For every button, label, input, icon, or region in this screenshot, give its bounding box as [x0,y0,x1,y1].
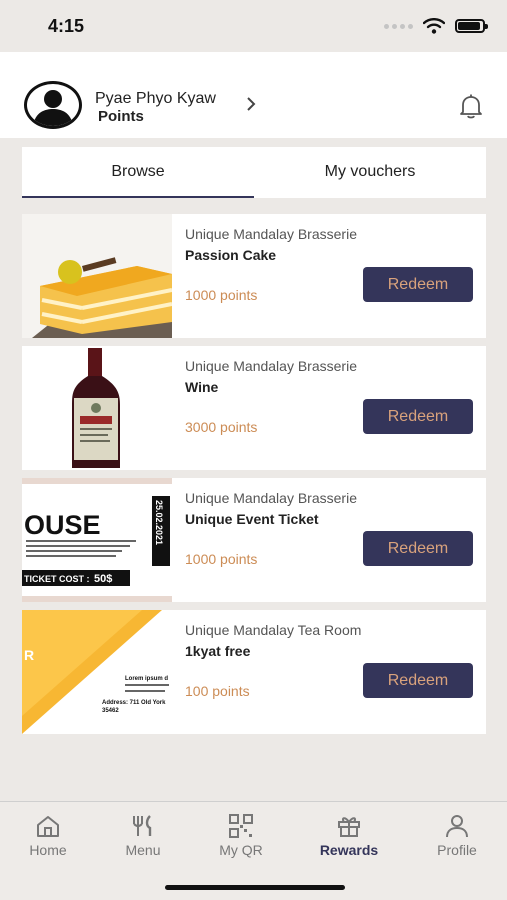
tab-menu-label: Menu [125,842,161,858]
reward-points: 100 points [185,683,250,699]
user-name[interactable]: Pyae Phyo Kyaw [95,90,216,108]
tab-rewards-label: Rewards [319,842,379,858]
home-indicator [165,885,345,890]
points-label[interactable]: Points [98,108,144,125]
signal-icon [384,23,413,29]
flyer-line2: Address: 711 Old York [102,700,166,706]
qr-icon [229,814,253,838]
reward-tabs: Browse My vouchers [22,147,486,198]
header: Pyae Phyo Kyaw Points [0,52,507,138]
home-icon [37,816,59,837]
reward-points: 3000 points [185,419,258,435]
reward-title: Wine [185,379,219,395]
ticket-date: 25.02.2021 [154,500,164,545]
reward-title: Passion Cake [185,247,277,263]
battery-icon [455,19,488,33]
ticket-cost-value: 50$ [94,573,112,585]
wine-bottle-image [22,346,172,470]
tab-home[interactable]: Home [8,802,88,858]
tab-menu[interactable]: Menu [103,802,183,858]
flyer-line3: 35462 [102,708,119,714]
flyer-line1: Lorem ipsum d [125,676,168,682]
ticket-headline: OUSE [24,510,101,540]
status-icons [384,18,488,34]
reward-points: 1000 points [185,287,258,303]
tab-my-qr[interactable]: My QR [201,802,281,858]
svg-text:R: R [24,647,34,663]
tab-profile[interactable]: Profile [417,802,497,858]
fork-knife-icon [133,815,152,836]
reward-title: 1kyat free [185,643,251,659]
reward-card[interactable]: Unique Mandalay Brasserie Passion Cake 1… [22,214,486,338]
wifi-icon [423,18,445,34]
tab-profile-label: Profile [437,842,477,858]
cake-image [22,214,172,338]
reward-merchant: Unique Mandalay Brasserie [185,358,357,374]
redeem-button[interactable]: Redeem [363,531,473,566]
tab-browse[interactable]: Browse [22,147,254,198]
reward-merchant: Unique Mandalay Tea Room [185,622,362,638]
tea-room-flyer-image: R Lorem ipsum d Address: 711 Old York 35… [22,610,172,734]
ticket-cost-label: TICKET COST : [24,574,90,584]
reward-merchant: Unique Mandalay Brasserie [185,490,357,506]
tab-my-qr-label: My QR [219,842,263,858]
redeem-button[interactable]: Redeem [363,267,473,302]
reward-points: 1000 points [185,551,258,567]
reward-card[interactable]: Unique Mandalay Brasserie Wine 3000 poin… [22,346,486,470]
reward-title: Unique Event Ticket [185,511,319,527]
tab-my-vouchers[interactable]: My vouchers [254,147,486,198]
bell-icon[interactable] [457,92,485,120]
reward-card[interactable]: R Lorem ipsum d Address: 711 Old York 35… [22,610,486,734]
tab-rewards[interactable]: Rewards [309,802,389,858]
tab-home-label: Home [29,842,67,858]
person-icon [446,815,468,838]
avatar[interactable] [24,81,82,129]
redeem-button[interactable]: Redeem [363,663,473,698]
reward-card[interactable]: OUSE TICKET COST : 50$ 25.02.2021 Unique… [22,478,486,602]
gift-icon [338,817,360,837]
status-bar: 4:15 [0,0,507,52]
redeem-button[interactable]: Redeem [363,399,473,434]
chevron-right-icon[interactable] [243,96,259,112]
event-ticket-image: OUSE TICKET COST : 50$ 25.02.2021 [22,478,172,602]
status-time: 4:15 [48,16,85,36]
reward-merchant: Unique Mandalay Brasserie [185,226,357,242]
